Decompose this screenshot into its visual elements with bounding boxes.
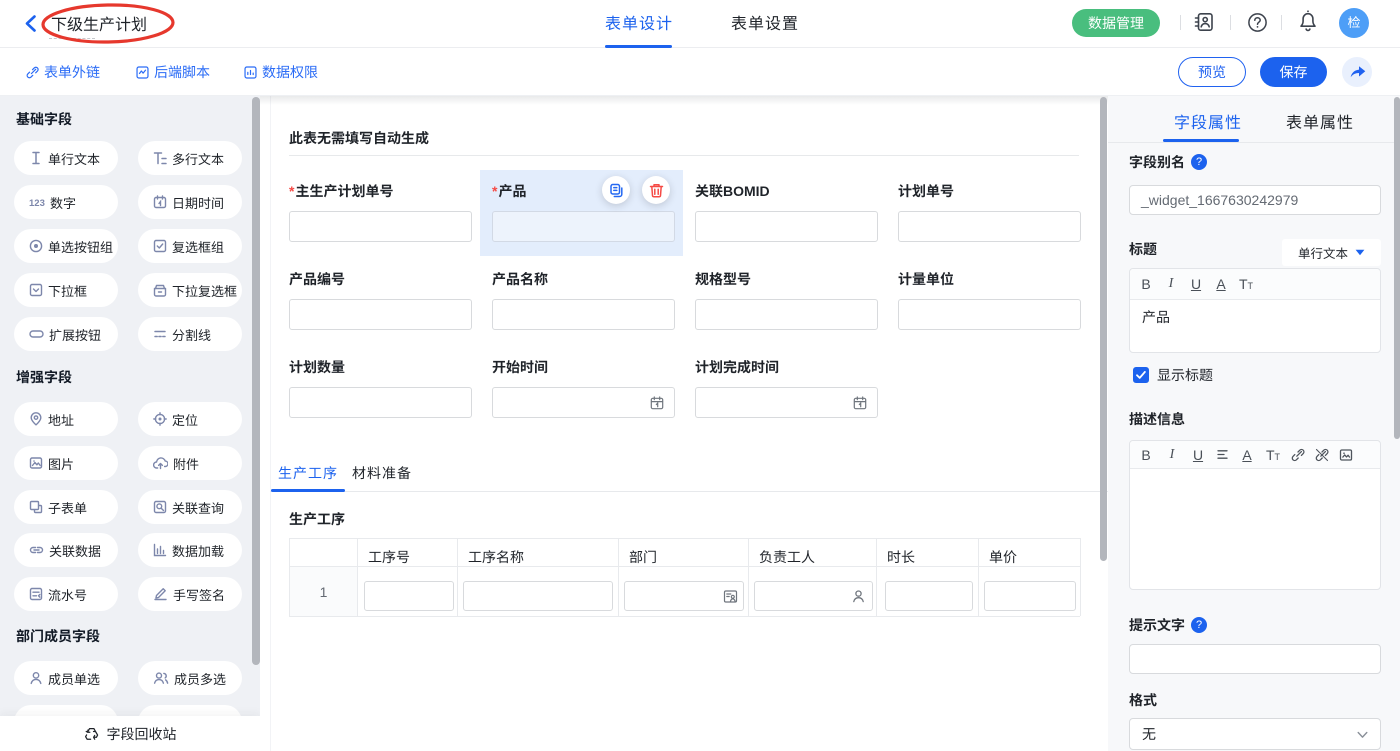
svg-text:123: 123 xyxy=(29,198,45,209)
